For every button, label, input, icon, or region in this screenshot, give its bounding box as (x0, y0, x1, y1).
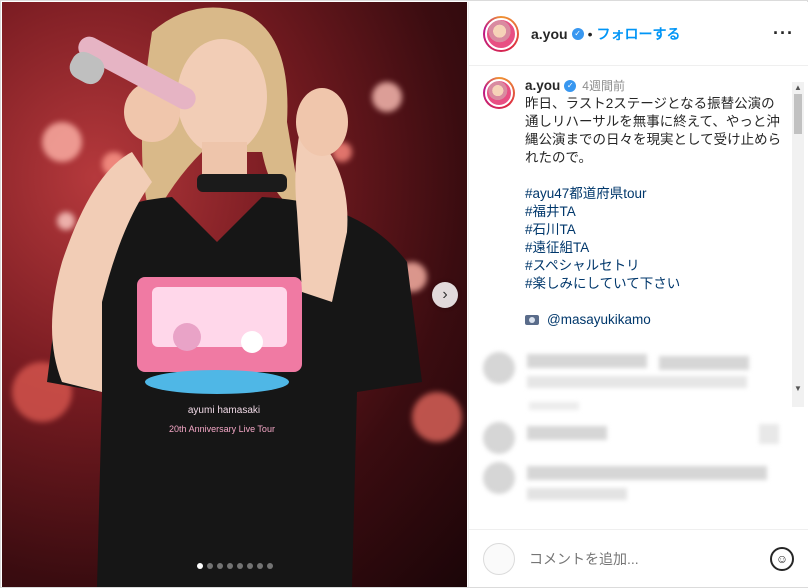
instagram-post-window: ayumi hamasaki 20th Anniversary Live Tou… (0, 0, 808, 588)
carousel-indicator (2, 563, 467, 569)
shirt-text-tour: 20th Anniversary Live Tour (169, 424, 275, 434)
follow-button[interactable]: フォローする (596, 24, 680, 44)
post-header: a.you ✓ • フォローする ··· (469, 2, 808, 66)
comment-input[interactable] (529, 550, 770, 567)
avatar (483, 542, 515, 575)
carousel-dot (206, 563, 213, 569)
scroll-up-icon[interactable]: ▲ (792, 82, 804, 94)
comment-bar: ☺ (469, 529, 808, 587)
post-photo[interactable]: ayumi hamasaki 20th Anniversary Live Tou… (2, 2, 467, 587)
carousel-dot (226, 563, 233, 569)
verified-badge-icon: ✓ (571, 27, 584, 40)
emoji-icon[interactable]: ☺ (770, 546, 794, 571)
separator-dot: • (587, 25, 593, 42)
post-side-panel: a.you ✓ • フォローする ··· a.you ✓ 4週間前 昨日、ラスト… (468, 2, 808, 587)
shirt-text-name: ayumi hamasaki (188, 405, 260, 416)
hashtag-link[interactable]: #石川TA (525, 221, 787, 239)
post-time[interactable]: 4週間前 (582, 77, 625, 95)
carousel-dot (236, 563, 243, 569)
singer-illustration: ayumi hamasaki 20th Anniversary Live Tou… (47, 7, 422, 587)
username-link[interactable]: a.you (531, 26, 568, 42)
caption-username[interactable]: a.you (525, 77, 560, 95)
photographer-mention[interactable]: @masayukikamo (547, 311, 651, 329)
chevron-right-icon: › (442, 286, 448, 303)
verified-badge-icon: ✓ (564, 80, 577, 92)
avatar[interactable] (483, 77, 515, 109)
next-photo-button[interactable]: › (432, 282, 458, 308)
scrollbar-thumb[interactable] (794, 94, 802, 134)
carousel-dot (266, 563, 273, 569)
carousel-dot (246, 563, 253, 569)
camera-icon (525, 315, 539, 325)
carousel-dot (216, 563, 223, 569)
hashtag-link[interactable]: #遠征組TA (525, 239, 787, 257)
avatar[interactable] (483, 15, 519, 52)
hashtag-link[interactable]: #楽しみにしていて下さい (525, 275, 787, 293)
caption-block: a.you ✓ 4週間前 昨日、ラスト2ステージとなる振替公演の通しリハーサルを… (469, 67, 808, 329)
blurred-comments (469, 342, 808, 522)
hashtag-link[interactable]: #スペシャルセトリ (525, 257, 787, 275)
more-horizontal-icon[interactable]: ··· (773, 23, 794, 44)
carousel-dot (256, 563, 263, 569)
hashtag-link[interactable]: #ayu47都道府県tour (525, 185, 787, 203)
caption-text: 昨日、ラスト2ステージとなる振替公演の通しリハーサルを無事に終えて、やっと沖縄公… (525, 96, 782, 165)
hashtag-link[interactable]: #福井TA (525, 203, 787, 221)
carousel-dot (196, 563, 203, 569)
